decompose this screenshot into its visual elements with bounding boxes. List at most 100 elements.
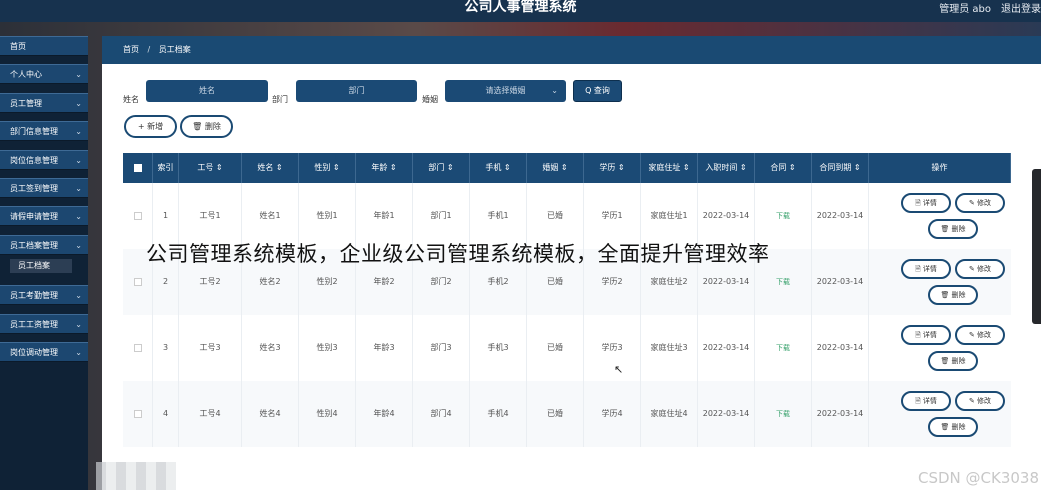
delete-button[interactable]: 🗑 删除 [180, 115, 233, 138]
sidebar-item-leave[interactable]: 请假申请管理 ⌄ [0, 206, 88, 227]
row-checkbox[interactable] [133, 277, 142, 286]
edit-button[interactable]: ✎ 修改 [955, 193, 1005, 213]
chevron-down-icon: ⌄ [75, 240, 82, 250]
table-cell: 家庭住址4 [641, 381, 698, 447]
column-header[interactable]: 性别 ⇕ [299, 153, 356, 183]
column-header[interactable]: 手机 ⇕ [470, 153, 527, 183]
table-cell: 2022-03-14 [698, 381, 755, 447]
table-cell: 已婚 [527, 315, 584, 381]
column-header: 操作 [869, 153, 1011, 183]
row-checkbox[interactable] [133, 409, 142, 418]
sidebar-item-label: 首页 [10, 42, 26, 51]
sidebar: 首页 个人中心 ⌄ 员工管理 ⌄ 部门信息管理 ⌄ 岗位信息管理 ⌄ 员工签到管理 ⌄ 请假申请管理 ⌄… [0, 36, 88, 490]
row-checkbox-cell [123, 315, 153, 381]
video-caption: 公司管理系统模板，企业级公司管理系统模板，全面提升管理效率 [146, 242, 770, 266]
sidebar-item-attendance[interactable]: 员工考勤管理 ⌄ [0, 285, 88, 306]
marriage-select-value: 请选择婚姻 [485, 86, 526, 95]
marriage-select[interactable]: 请选择婚姻 ⌄ [445, 80, 566, 102]
column-header[interactable] [123, 153, 153, 183]
sidebar-item-home[interactable]: 首页 [0, 36, 88, 56]
table-cell: 学历4 [584, 381, 641, 447]
name-label: 姓名 [123, 95, 139, 104]
edit-button[interactable]: ✎ 修改 [955, 325, 1005, 345]
row-checkbox[interactable] [133, 343, 142, 352]
column-header[interactable]: 索引 [153, 153, 179, 183]
row-delete-button[interactable]: 🗑 删除 [928, 417, 978, 437]
chevron-down-icon: ⌄ [75, 127, 82, 137]
chevron-down-icon: ⌄ [75, 291, 82, 301]
row-checkbox-cell [123, 381, 153, 447]
row-delete-button[interactable]: 🗑 删除 [928, 219, 978, 239]
sidebar-item-personal-center[interactable]: 个人中心 ⌄ [0, 64, 88, 85]
table-cell: 性别3 [299, 315, 356, 381]
chevron-down-icon: ⌄ [75, 212, 82, 222]
sidebar-item-transfer[interactable]: 岗位调动管理 ⌄ [0, 341, 88, 362]
chevron-down-icon: ⌄ [75, 183, 82, 193]
column-header[interactable]: 入职时间 ⇕ [698, 153, 755, 183]
sidebar-item-salary[interactable]: 员工工资管理 ⌄ [0, 313, 88, 334]
contract-download-link[interactable]: 下载 [755, 315, 812, 381]
contract-download-link[interactable]: 下载 [755, 381, 812, 447]
table-cell: 2022-03-14 [812, 381, 869, 447]
breadcrumb-home[interactable]: 首页 [123, 45, 139, 54]
sidebar-item-archive[interactable]: 员工档案管理 ⌄ [0, 234, 88, 255]
edit-button[interactable]: ✎ 修改 [955, 391, 1005, 411]
row-delete-button[interactable]: 🗑 删除 [928, 285, 978, 305]
sidebar-item-label: 部门信息管理 [10, 127, 58, 137]
column-header[interactable]: 部门 ⇕ [413, 153, 470, 183]
table-cell: 工号3 [179, 315, 242, 381]
column-header[interactable]: 学历 ⇕ [584, 153, 641, 183]
sidebar-item-employee[interactable]: 员工管理 ⌄ [0, 92, 88, 113]
breadcrumb: 首页 / 员工档案 [102, 36, 1041, 64]
logout-link[interactable]: 退出登录 [1001, 0, 1041, 15]
side-toolbar[interactable] [1032, 169, 1041, 324]
table-cell: 年龄4 [356, 381, 413, 447]
column-header[interactable]: 婚姻 ⇕ [527, 153, 584, 183]
row-actions: 🗎 详情 ✎ 修改 🗑 删除 [869, 249, 1011, 315]
chevron-down-icon: ⌄ [75, 98, 82, 108]
sidebar-item-sign-in[interactable]: 员工签到管理 ⌄ [0, 177, 88, 198]
sidebar-item-position[interactable]: 岗位信息管理 ⌄ [0, 149, 88, 170]
column-header[interactable]: 工号 ⇕ [179, 153, 242, 183]
detail-button[interactable]: 🗎 详情 [901, 391, 951, 411]
table-cell: 2022-03-14 [812, 183, 869, 249]
select-all-checkbox[interactable] [133, 163, 142, 172]
table-cell: 性别4 [299, 381, 356, 447]
detail-button[interactable]: 🗎 详情 [901, 325, 951, 345]
content-panel: 姓名 姓名 部门 部门 婚姻 请选择婚姻 ⌄ Q 查询 + 新增 🗑 删除 索引… [102, 64, 1041, 490]
app-title: 公司人事管理系统 [464, 0, 577, 15]
table-cell: 年龄3 [356, 315, 413, 381]
table-header: 索引 工号 ⇕ 姓名 ⇕ 性别 ⇕ 年龄 ⇕ 部门 ⇕ 手机 ⇕ 婚姻 ⇕ 学历 ⇕ 家庭住址 ⇕… [123, 153, 1011, 183]
column-header[interactable]: 姓名 ⇕ [242, 153, 299, 183]
sidebar-item-department[interactable]: 部门信息管理 ⌄ [0, 121, 88, 142]
dept-input[interactable]: 部门 [296, 80, 417, 102]
detail-button[interactable]: 🗎 详情 [901, 259, 951, 279]
column-header[interactable]: 年龄 ⇕ [356, 153, 413, 183]
sidebar-subitem-archive[interactable]: 员工档案 [10, 259, 72, 274]
name-input[interactable]: 姓名 [146, 80, 268, 102]
row-delete-button[interactable]: 🗑 删除 [928, 351, 978, 371]
table-cell: 工号4 [179, 381, 242, 447]
column-header[interactable]: 合同到期 ⇕ [812, 153, 869, 183]
table-cell: 已婚 [527, 381, 584, 447]
search-button[interactable]: Q 查询 [573, 80, 622, 102]
row-checkbox[interactable] [133, 211, 142, 220]
chevron-down-icon: ⌄ [75, 319, 82, 329]
column-header[interactable]: 家庭住址 ⇕ [641, 153, 698, 183]
dept-label: 部门 [272, 95, 288, 104]
detail-button[interactable]: 🗎 详情 [901, 193, 951, 213]
chevron-down-icon: ⌄ [551, 86, 558, 95]
column-header[interactable]: 合同 ⇕ [755, 153, 812, 183]
chevron-down-icon: ⌄ [75, 347, 82, 357]
table-cell: 2022-03-14 [698, 315, 755, 381]
edit-button[interactable]: ✎ 修改 [955, 259, 1005, 279]
row-actions: 🗎 详情 ✎ 修改 🗑 删除 [869, 381, 1011, 447]
row-actions: 🗎 详情 ✎ 修改 🗑 删除 [869, 183, 1011, 249]
marriage-label: 婚姻 [422, 95, 438, 104]
breadcrumb-separator: / [147, 45, 151, 54]
table-cell: 2022-03-14 [812, 249, 869, 315]
sidebar-item-label: 岗位信息管理 [10, 155, 58, 165]
sidebar-item-label: 员工签到管理 [10, 183, 58, 193]
table-cell: 4 [153, 381, 179, 447]
add-button[interactable]: + 新增 [124, 115, 177, 138]
